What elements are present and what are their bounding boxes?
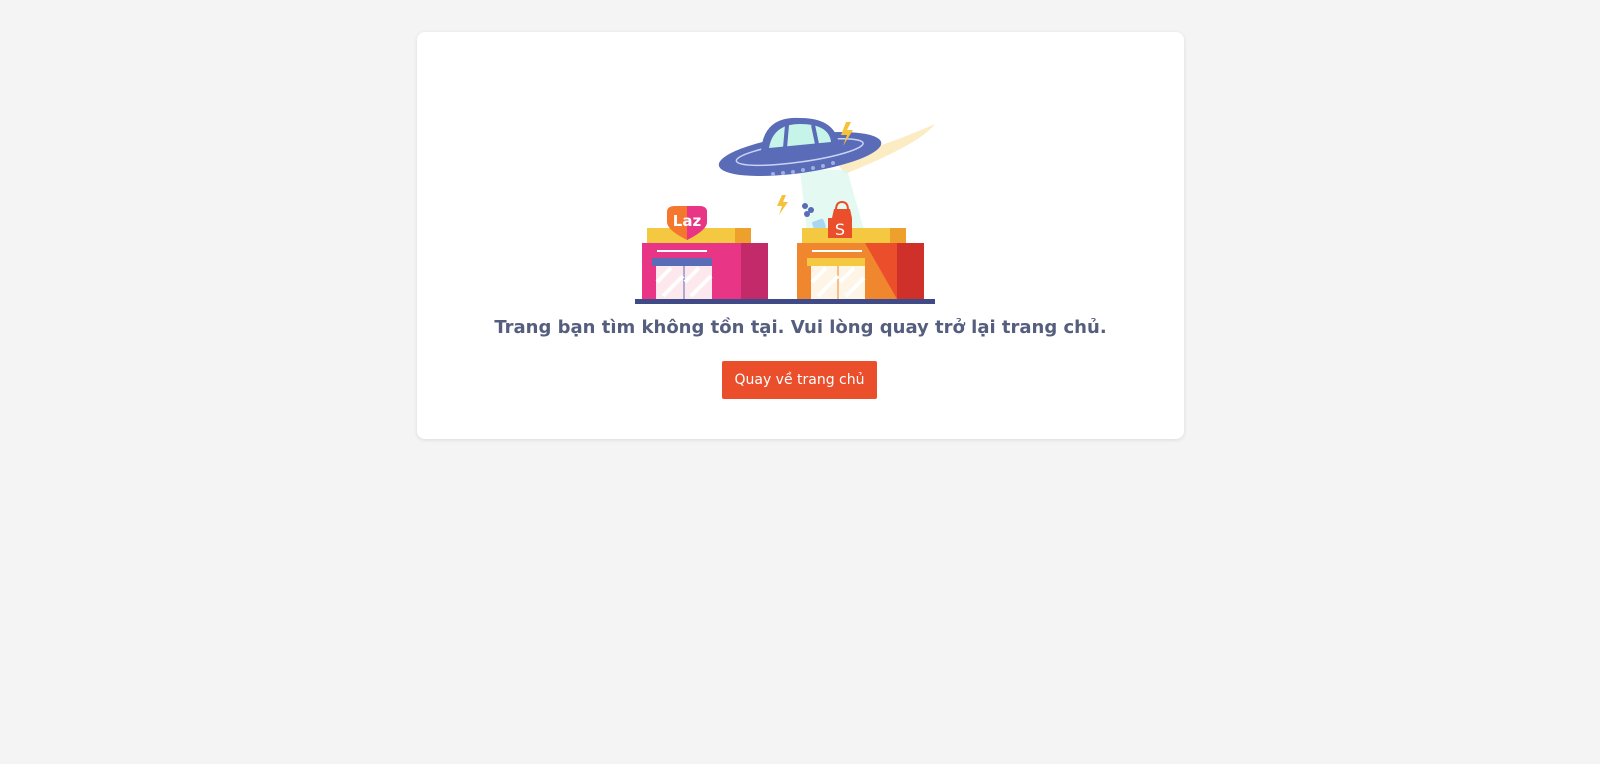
ground-line xyxy=(635,299,935,304)
ufo-icon xyxy=(718,117,882,177)
back-to-home-button[interactable]: Quay về trang chủ xyxy=(722,361,877,399)
lazada-store-icon xyxy=(642,206,768,299)
not-found-illustration: Laz S xyxy=(635,117,935,304)
lightning-icon xyxy=(777,195,788,215)
lazada-badge: Laz xyxy=(673,212,702,230)
shopee-badge: S xyxy=(835,220,845,239)
not-found-message: Trang bạn tìm không tồn tại. Vui lòng qu… xyxy=(494,317,1107,338)
not-found-card: Laz S Trang bạn tìm không tồn tại. Vui l… xyxy=(417,32,1184,439)
